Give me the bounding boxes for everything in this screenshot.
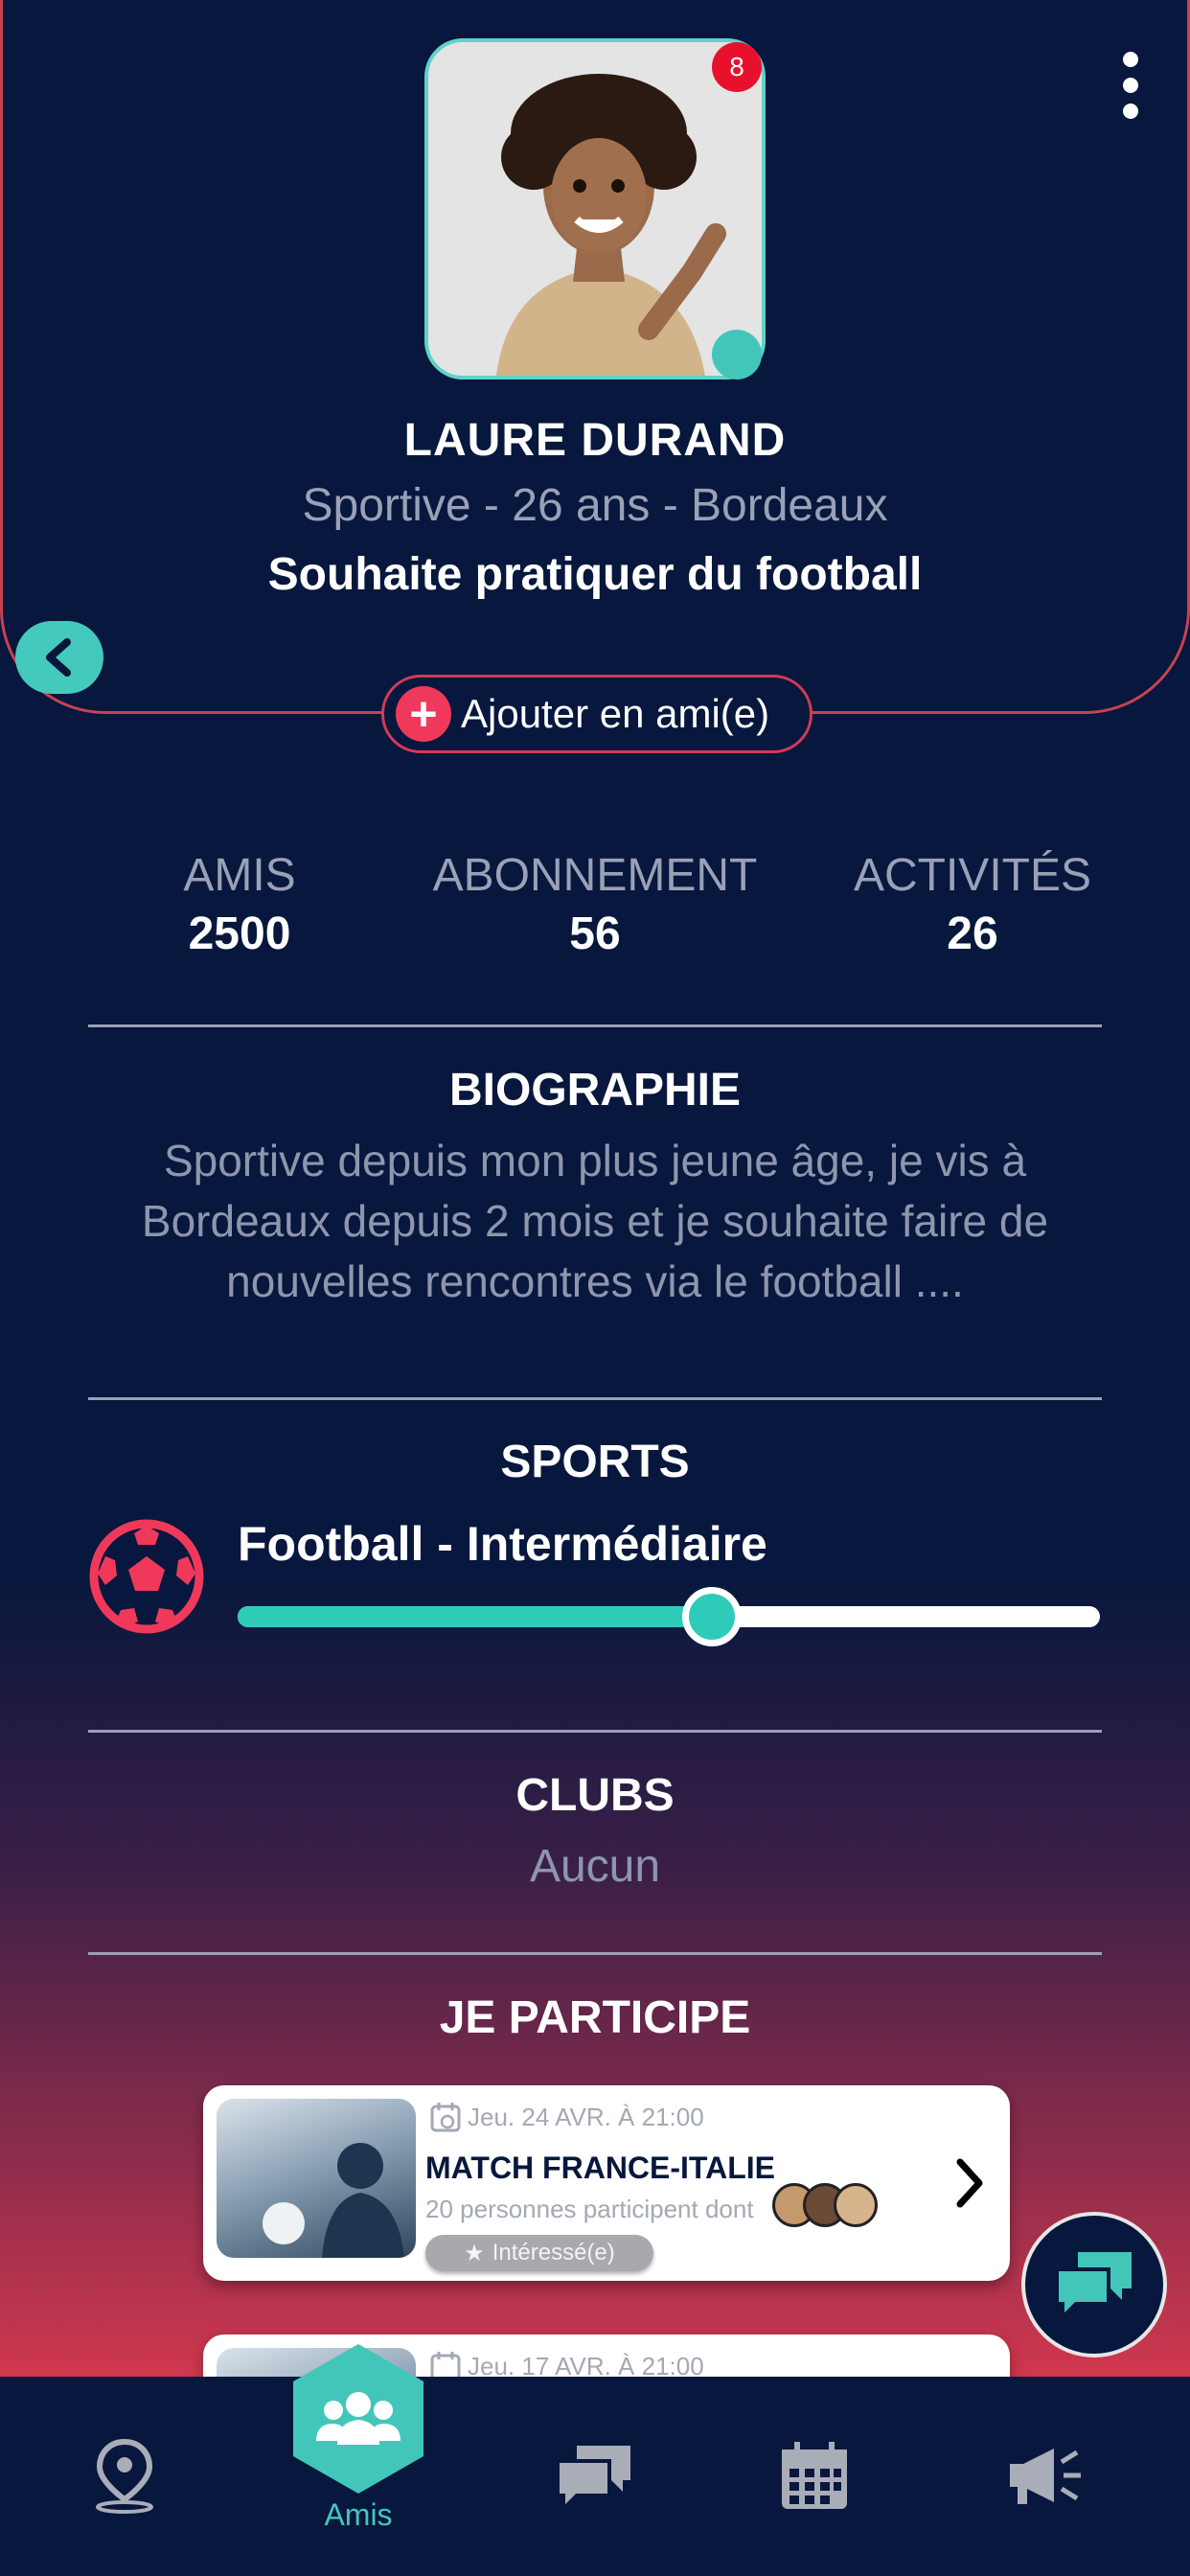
interested-label: Intéressé(e) <box>492 2240 615 2266</box>
stat-friends[interactable]: AMIS 2500 <box>134 849 345 960</box>
stat-subscriptions[interactable]: ABONNEMENT 56 <box>413 849 777 960</box>
map-pin-icon <box>96 2438 153 2514</box>
friends-icon <box>316 2392 400 2445</box>
profile-photo <box>428 42 762 376</box>
profile-stats: AMIS 2500 ABONNEMENT 56 ACTIVITÉS 26 <box>0 849 1190 974</box>
calendar-icon <box>782 2442 847 2509</box>
nav-item-friends-label: Amis <box>324 2497 393 2532</box>
stat-activities[interactable]: ACTIVITÉS 26 <box>834 849 1111 960</box>
profile-subtitle: Sportive - 26 ans - Bordeaux <box>302 480 888 531</box>
sport-level-label: Football - Intermédiaire <box>238 1517 767 1571</box>
biography-title: BIOGRAPHIE <box>448 1065 742 1116</box>
skill-slider-fill <box>238 1606 712 1627</box>
skill-slider-thumb[interactable] <box>682 1587 742 1646</box>
calendar-icon <box>430 2103 461 2132</box>
bottom-navigation <box>0 2377 1190 2576</box>
event-image <box>217 2099 416 2258</box>
nav-item-messages[interactable] <box>546 2377 642 2576</box>
chat-bubbles-icon <box>1055 2252 1132 2322</box>
chat-button[interactable] <box>1021 2212 1167 2358</box>
divider <box>88 1952 1102 1955</box>
profile-wish: Souhaite pratiquer du football <box>267 549 923 600</box>
biography-text: Sportive depuis mon plus jeune âge, je v… <box>141 1136 1049 1306</box>
event-participants: 20 personnes participent dont <box>425 2195 754 2223</box>
stat-value: 26 <box>947 908 998 959</box>
more-options-icon[interactable] <box>1113 52 1148 119</box>
event-card[interactable]: Jeu. 24 AVR. À 21:00 MATCH FRANCE-ITALIE… <box>203 2085 1010 2281</box>
divider <box>88 1397 1102 1400</box>
star-icon: ★ <box>464 2240 485 2266</box>
event-title: MATCH FRANCE-ITALIE <box>425 2150 775 2185</box>
stat-label: ACTIVITÉS <box>853 850 1092 901</box>
stat-label: ABONNEMENT <box>432 850 758 901</box>
divider <box>88 1024 1102 1027</box>
nav-item-calendar[interactable] <box>767 2377 862 2576</box>
event-date: Jeu. 24 AVR. À 21:00 <box>429 2101 704 2133</box>
divider <box>88 1730 1102 1733</box>
clubs-title: CLUBS <box>515 1770 675 1821</box>
avatar <box>834 2183 878 2227</box>
messages-icon <box>556 2446 630 2511</box>
nav-item-announcements[interactable] <box>996 2377 1092 2576</box>
notification-badge: 8 <box>712 42 762 92</box>
plus-icon: + <box>396 686 451 742</box>
interested-button[interactable]: ★ Intéressé(e) <box>425 2235 653 2271</box>
profile-avatar[interactable] <box>424 38 766 380</box>
soccer-ball-icon <box>88 1518 205 1635</box>
add-friend-button[interactable]: + Ajouter en ami(e) <box>381 675 812 753</box>
online-status-indicator <box>712 330 762 380</box>
chevron-left-icon <box>46 638 71 677</box>
back-button[interactable] <box>15 621 103 694</box>
event-date-text: Jeu. 24 AVR. À 21:00 <box>468 2102 704 2131</box>
sports-title: SPORTS <box>500 1437 690 1487</box>
nav-item-map[interactable] <box>77 2377 172 2576</box>
chevron-right-icon[interactable] <box>950 2154 989 2212</box>
participations-title: JE PARTICIPE <box>439 1992 751 2043</box>
megaphone-icon <box>1010 2449 1081 2504</box>
stat-value: 56 <box>569 908 621 959</box>
profile-name: LAURE DURAND <box>403 415 787 466</box>
participant-avatars <box>772 2183 887 2227</box>
stat-label: AMIS <box>183 850 296 901</box>
add-friend-label: Ajouter en ami(e) <box>461 691 770 736</box>
clubs-value: Aucun <box>529 1841 661 1892</box>
stat-value: 2500 <box>188 908 291 959</box>
